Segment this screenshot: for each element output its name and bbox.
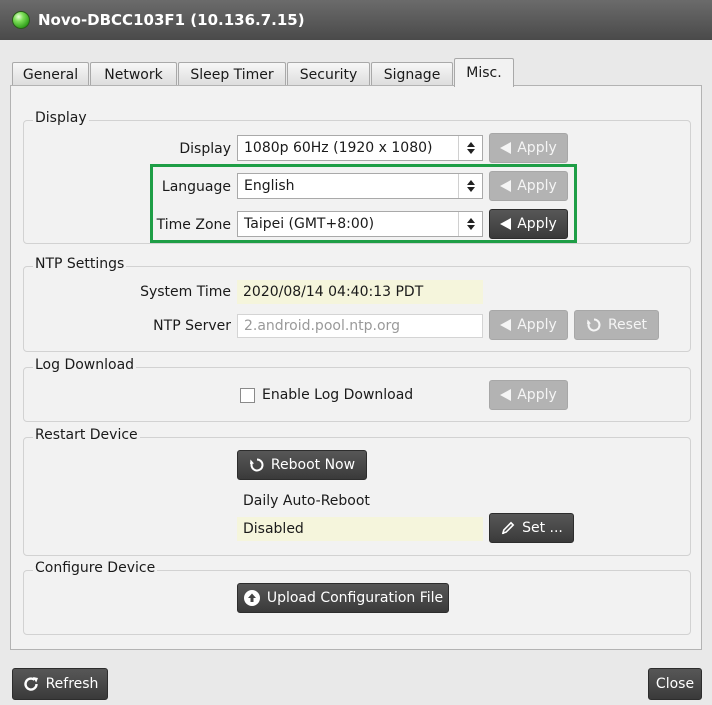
tab-security[interactable]: Security	[287, 62, 370, 86]
updown-icon	[458, 136, 482, 160]
highlight-box	[150, 164, 577, 243]
reboot-icon	[249, 458, 264, 472]
window-titlebar: Novo-DBCC103F1 (10.136.7.15)	[0, 0, 712, 40]
auto-reboot-value: Disabled	[237, 517, 483, 541]
status-led-icon	[12, 11, 30, 29]
display-label: Display	[179, 141, 231, 157]
ntp-apply-label: Apply	[517, 317, 557, 333]
tab-bar: General Network Sleep Timer Security Sig…	[0, 40, 712, 87]
ntp-reset-label: Reset	[607, 317, 648, 333]
restart-device-legend: Restart Device	[33, 427, 140, 443]
ntp-server-input[interactable]: 2.android.pool.ntp.org	[237, 314, 483, 338]
display-select[interactable]: 1080p 60Hz (1920 x 1080)	[237, 135, 483, 161]
display-select-value: 1080p 60Hz (1920 x 1080)	[244, 140, 433, 156]
ntp-group-legend: NTP Settings	[33, 256, 127, 272]
ntp-apply-button[interactable]: Apply	[489, 310, 568, 340]
display-apply-label: Apply	[517, 140, 557, 156]
refresh-label: Refresh	[45, 676, 99, 692]
log-apply-button[interactable]: Apply	[489, 380, 568, 410]
apply-arrow-icon	[500, 319, 512, 331]
window-title: Novo-DBCC103F1 (10.136.7.15)	[38, 11, 305, 29]
auto-reboot-set-button[interactable]: Set ...	[489, 513, 574, 543]
ntp-reset-button[interactable]: Reset	[574, 310, 659, 340]
close-button[interactable]: Close	[648, 668, 702, 700]
refresh-button[interactable]: Refresh	[12, 668, 108, 700]
pencil-icon	[501, 521, 515, 535]
refresh-icon	[23, 677, 38, 691]
auto-reboot-label: Daily Auto-Reboot	[243, 493, 370, 509]
auto-reboot-set-label: Set ...	[522, 520, 563, 536]
enable-log-checkbox[interactable]	[240, 388, 255, 403]
upload-config-button[interactable]: Upload Configuration File	[237, 583, 449, 613]
ntp-server-label: NTP Server	[153, 318, 231, 334]
system-time-label: System Time	[140, 284, 231, 300]
log-apply-label: Apply	[517, 387, 557, 403]
enable-log-label: Enable Log Download	[262, 387, 414, 403]
reboot-now-label: Reboot Now	[270, 457, 356, 473]
upload-icon	[243, 590, 260, 606]
upload-config-label: Upload Configuration File	[266, 590, 444, 606]
reboot-now-button[interactable]: Reboot Now	[237, 450, 367, 480]
tab-misc[interactable]: Misc.	[454, 58, 514, 87]
configure-device-legend: Configure Device	[33, 560, 158, 576]
system-time-value: 2020/08/14 04:40:13 PDT	[237, 280, 483, 304]
apply-arrow-icon	[500, 389, 512, 401]
display-group-legend: Display	[33, 110, 89, 126]
tab-sleep-timer[interactable]: Sleep Timer	[178, 62, 286, 86]
tab-signage[interactable]: Signage	[371, 62, 453, 86]
display-apply-button[interactable]: Apply	[489, 133, 568, 163]
tab-general[interactable]: General	[12, 62, 89, 86]
tab-network[interactable]: Network	[90, 62, 177, 86]
log-download-legend: Log Download	[33, 357, 137, 373]
close-label: Close	[655, 676, 695, 692]
apply-arrow-icon	[500, 142, 512, 154]
reset-icon	[586, 318, 601, 332]
